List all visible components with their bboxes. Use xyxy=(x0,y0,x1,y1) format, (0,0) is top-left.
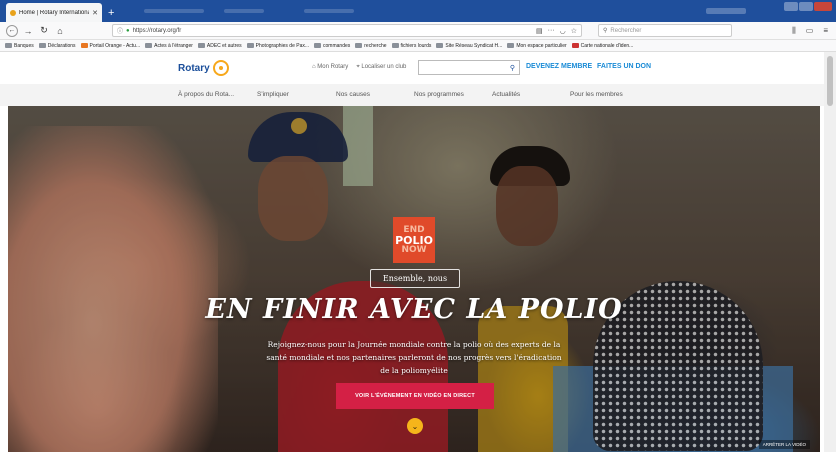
stop-video-button[interactable]: ARRÊTER LA VIDÉO xyxy=(758,440,810,449)
maximize-button[interactable] xyxy=(799,2,813,11)
bookmark-item[interactable]: Site Réseau Syndicat H... xyxy=(436,43,502,49)
home-icon[interactable]: ⌂ xyxy=(54,25,66,37)
bookmarks-bar: Banques Déclarations Portail Orange - Ac… xyxy=(0,40,836,52)
site-header: Rotary ⌂ Mon Rotary ⌖ Localiser un club … xyxy=(0,52,836,84)
url-text: https://rotary.org/fr xyxy=(132,27,182,34)
bookmark-item[interactable]: ADEC et autres xyxy=(197,43,242,49)
nav-causes[interactable]: Nos causes xyxy=(336,91,370,98)
page-scrollbar[interactable] xyxy=(824,52,836,452)
find-club-link[interactable]: ⌖ Localiser un club xyxy=(356,64,406,71)
bookmark-item[interactable]: Portail Orange - Actu... xyxy=(80,43,140,49)
bookmark-item[interactable]: Carte nationale d'iden... xyxy=(571,43,633,49)
toolbar-right: ⫼ ▭ ≡ xyxy=(792,26,828,36)
hero-headline: EN FINIR AVEC LA POLIO xyxy=(205,294,623,325)
site-search-input[interactable]: ⚲ xyxy=(418,60,520,75)
hero-tagline: Ensemble, nous xyxy=(370,269,460,288)
become-member-link[interactable]: DEVENEZ MEMBRE xyxy=(526,63,592,70)
my-rotary-link[interactable]: ⌂ Mon Rotary xyxy=(312,64,348,71)
bookmark-item[interactable]: recherche xyxy=(355,43,387,49)
nav-get-involved[interactable]: S'impliquer xyxy=(257,91,289,98)
bookmark-item[interactable]: Actes à l'étranger xyxy=(145,43,193,49)
bookmark-item[interactable]: Mon espace particulier xyxy=(507,43,567,49)
bookmark-item[interactable]: commandes xyxy=(314,43,350,49)
minimize-button[interactable] xyxy=(784,2,798,11)
bookmark-item[interactable]: fichiers lourds xyxy=(391,43,431,49)
main-nav: À propos du Rota... S'impliquer Nos caus… xyxy=(0,84,836,106)
menu-icon[interactable]: ≡ xyxy=(823,26,828,36)
sidebar-icon[interactable]: ▭ xyxy=(806,26,814,36)
donate-link[interactable]: FAITES UN DON xyxy=(597,63,651,70)
rotary-logo[interactable]: Rotary xyxy=(178,60,229,76)
close-window-button[interactable] xyxy=(814,2,832,11)
browser-search-bar[interactable]: ⚲ Rechercher xyxy=(598,24,732,37)
blurred-tab xyxy=(706,8,746,14)
logo-text: Rotary xyxy=(178,62,210,74)
url-bar[interactable]: ⓘ ● https://rotary.org/fr ▤ ··· ◡ ☆ xyxy=(112,24,582,37)
tab-close-icon[interactable]: ✕ xyxy=(92,9,98,17)
lock-icon: ● xyxy=(126,27,130,34)
bookmark-item[interactable]: Photographies de Pax... xyxy=(246,43,309,49)
tab-title: Home | Rotary International xyxy=(19,9,90,16)
info-icon[interactable]: ⓘ xyxy=(117,26,123,35)
search-icon[interactable]: ⚲ xyxy=(510,64,515,72)
bookmark-item[interactable]: Banques xyxy=(5,43,34,49)
nav-about[interactable]: À propos du Rota... xyxy=(178,91,234,98)
nav-programs[interactable]: Nos programmes xyxy=(414,91,464,98)
search-icon: ⚲ xyxy=(603,28,608,34)
pocket-icon[interactable]: ◡ xyxy=(560,27,566,35)
browser-nav-bar: ← → ↻ ⌂ ⓘ ● https://rotary.org/fr ▤ ··· … xyxy=(0,22,836,40)
end-polio-now-logo: END POLIO NOW xyxy=(393,217,435,263)
scrollbar-thumb[interactable] xyxy=(827,56,833,106)
nav-members[interactable]: Pour les membres xyxy=(570,91,623,98)
header-links: ⌂ Mon Rotary ⌖ Localiser un club xyxy=(312,64,406,71)
chevron-down-icon[interactable]: ⌄ xyxy=(407,418,423,434)
bookmark-item[interactable]: Déclarations xyxy=(38,43,76,49)
page-actions-icon[interactable]: ··· xyxy=(548,27,555,35)
bookmark-star-icon[interactable]: ☆ xyxy=(571,27,577,35)
nav-news[interactable]: Actualités xyxy=(492,91,520,98)
watch-live-button[interactable]: VOIR L'ÉVÉNEMENT EN VIDÉO EN DIRECT xyxy=(336,383,494,409)
hero-subtext: Rejoignez-nous pour la Journée mondiale … xyxy=(266,340,562,375)
forward-arrow-icon[interactable]: → xyxy=(22,25,34,37)
reload-icon[interactable]: ↻ xyxy=(38,25,50,37)
library-icon[interactable]: ⫼ xyxy=(792,26,796,36)
search-placeholder: Rechercher xyxy=(610,27,642,34)
back-arrow-icon[interactable]: ← xyxy=(6,24,18,37)
browser-tab-bar: Home | Rotary International ✕ + xyxy=(0,0,836,22)
rotary-wheel-icon xyxy=(212,60,229,76)
favicon-icon xyxy=(10,9,16,16)
reader-view-icon[interactable]: ▤ xyxy=(536,27,543,35)
browser-tab[interactable]: Home | Rotary International ✕ xyxy=(6,3,102,22)
hero-video: END POLIO NOW Ensemble, nous EN FINIR AV… xyxy=(8,106,820,452)
window-controls xyxy=(784,2,832,11)
